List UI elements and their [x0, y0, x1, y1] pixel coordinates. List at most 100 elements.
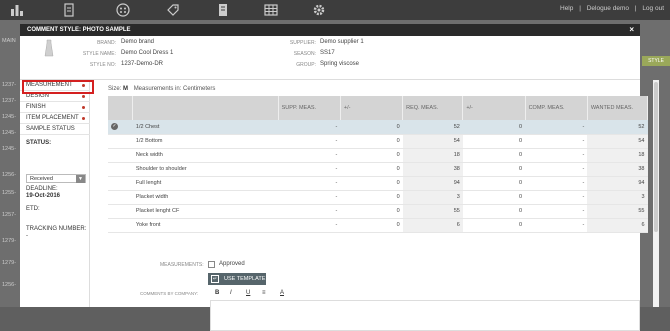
sidebar-item-label: FINISH: [26, 104, 46, 110]
measurement-table: SUPP. MEAS. +/- REQ. MEAS. +/- COMP. MEA…: [108, 96, 649, 233]
logout-link[interactable]: Log out: [642, 5, 664, 12]
user-link[interactable]: Delogue demo: [587, 5, 629, 12]
style-name-value: Demo Cool Dress 1: [121, 50, 174, 56]
list-button[interactable]: ≡: [262, 290, 266, 296]
background-row: 1245-: [2, 114, 17, 120]
check-circle-icon: ✓: [111, 123, 118, 131]
background-row: 1257-: [2, 212, 17, 218]
supp-meas: -: [278, 190, 341, 205]
season-value: SS17: [320, 50, 335, 56]
supp-meas: -: [278, 162, 341, 177]
tag-icon[interactable]: [166, 3, 180, 17]
column-header: WANTED MEAS.: [587, 96, 649, 120]
background-row: 1237-: [2, 82, 17, 88]
measurements-in-label: Measurements in:: [133, 86, 182, 92]
req-meas: 94: [402, 176, 463, 191]
buttons-icon[interactable]: [116, 3, 130, 17]
supplier-label: SUPPLIER:: [289, 40, 316, 46]
italic-button[interactable]: I: [230, 290, 232, 296]
style-no-value: 1237-Demo-DR: [121, 61, 164, 67]
scrollbar[interactable]: [653, 80, 659, 307]
table-icon[interactable]: [264, 3, 278, 17]
column-header: REQ. MEAS.: [402, 96, 464, 120]
supp-meas: -: [278, 134, 341, 149]
req-meas: 6: [402, 218, 463, 233]
supp-meas: -: [278, 148, 341, 163]
template-icon: ↵: [211, 275, 219, 283]
font-color-button[interactable]: A: [280, 290, 284, 296]
wanted-meas: 38: [587, 162, 648, 177]
diff-value: 0: [340, 120, 403, 135]
underline-button[interactable]: U: [246, 290, 250, 296]
row-check-cell: ✓: [108, 120, 133, 135]
size-value: M: [123, 86, 129, 92]
etd-label: ETD:: [26, 206, 40, 212]
tracking-label: TRACKING NUMBER:: [26, 226, 87, 232]
wanted-meas: 18: [587, 148, 648, 163]
measurement-name: Yoke front: [132, 218, 279, 233]
req-meas: 52: [402, 120, 463, 135]
use-template-button[interactable]: ↵ USE TEMPLATE: [208, 273, 266, 285]
size-label: Size:: [108, 86, 122, 92]
table-row[interactable]: 1/2 Bottom - 0 54 0 - 54: [108, 134, 648, 149]
diff-value: 0: [340, 148, 403, 163]
comment-sidebar: MEASUREMENT DESIGN FINISH ITEM PLACEMENT…: [20, 80, 90, 307]
season-label: SEASON:: [293, 51, 316, 57]
diff-value: 0: [462, 162, 526, 177]
wanted-meas: 6: [587, 218, 648, 233]
table-row[interactable]: ✓ 1/2 Chest - 0 52 0 - 52: [108, 120, 648, 135]
approved-checkbox[interactable]: [208, 261, 215, 268]
sidebar-item-label: SAMPLE STATUS: [26, 126, 75, 132]
diff-value: 0: [462, 120, 526, 135]
scrollbar-thumb[interactable]: [654, 82, 658, 232]
table-row[interactable]: Full lenght - 0 94 0 - 94: [108, 176, 648, 191]
comment-editor[interactable]: [210, 300, 640, 331]
comp-meas: -: [525, 148, 588, 163]
table-row[interactable]: Shoulder to shoulder - 0 38 0 - 38: [108, 162, 648, 177]
req-meas: 18: [402, 148, 463, 163]
background-row: 1279-: [2, 238, 17, 244]
diff-value: 0: [462, 204, 526, 219]
style-file-icon[interactable]: [62, 3, 76, 17]
supp-meas: -: [278, 204, 341, 219]
close-icon[interactable]: ×: [629, 26, 634, 34]
background-row: 1256-: [2, 172, 17, 178]
diff-value: 0: [340, 218, 403, 233]
chevron-down-icon[interactable]: ▼: [76, 175, 85, 183]
editor-toolbar: B I U ≡ A: [210, 290, 640, 299]
diff-value: 0: [340, 204, 403, 219]
tracking-value: -: [26, 233, 28, 239]
sidebar-item-item-placement[interactable]: ITEM PLACEMENT: [20, 113, 90, 124]
brand-value: Demo brand: [121, 39, 155, 45]
group-value: Spring viscose: [320, 61, 360, 67]
comp-meas: -: [525, 204, 588, 219]
comments-label: COMMENTS BY COMPANY:: [140, 291, 199, 296]
help-link[interactable]: Help: [560, 5, 573, 12]
top-navigation-bar: Help | Delogue demo | Log out: [0, 0, 670, 20]
status-select[interactable]: Received ▼: [26, 174, 86, 183]
diff-value: 0: [462, 218, 526, 233]
use-template-label: USE TEMPLATE: [224, 276, 266, 282]
status-label: STATUS:: [26, 140, 52, 146]
diff-value: 0: [340, 162, 403, 177]
table-row[interactable]: Placket lenght CF - 0 55 0 - 55: [108, 204, 648, 219]
req-meas: 3: [402, 190, 463, 205]
table-row[interactable]: Placket width - 0 3 0 - 3: [108, 190, 648, 205]
bold-button[interactable]: B: [215, 290, 219, 296]
table-row[interactable]: Neck width - 0 18 0 - 18: [108, 148, 648, 163]
column-header: +/-: [340, 96, 404, 120]
table-row[interactable]: Yoke front - 0 6 0 - 6: [108, 218, 648, 233]
gear-icon[interactable]: [312, 3, 326, 17]
background-row: 1237-: [2, 98, 17, 104]
style-name-label: STYLE NAME:: [82, 51, 116, 57]
bar-chart-icon[interactable]: [10, 3, 24, 17]
modal-title-text: COMMENT STYLE: PHOTO SAMPLE: [27, 27, 131, 33]
measurement-name: Neck width: [132, 148, 279, 163]
sidebar-item-finish[interactable]: FINISH: [20, 102, 90, 113]
sidebar-item-sample-status[interactable]: SAMPLE STATUS: [20, 124, 90, 135]
comment-style-modal: COMMENT STYLE: PHOTO SAMPLE × BRAND: Dem…: [20, 24, 659, 331]
diff-value: 0: [340, 190, 403, 205]
document-icon[interactable]: [216, 3, 230, 17]
wanted-meas: 94: [587, 176, 648, 191]
column-header: [108, 96, 134, 120]
